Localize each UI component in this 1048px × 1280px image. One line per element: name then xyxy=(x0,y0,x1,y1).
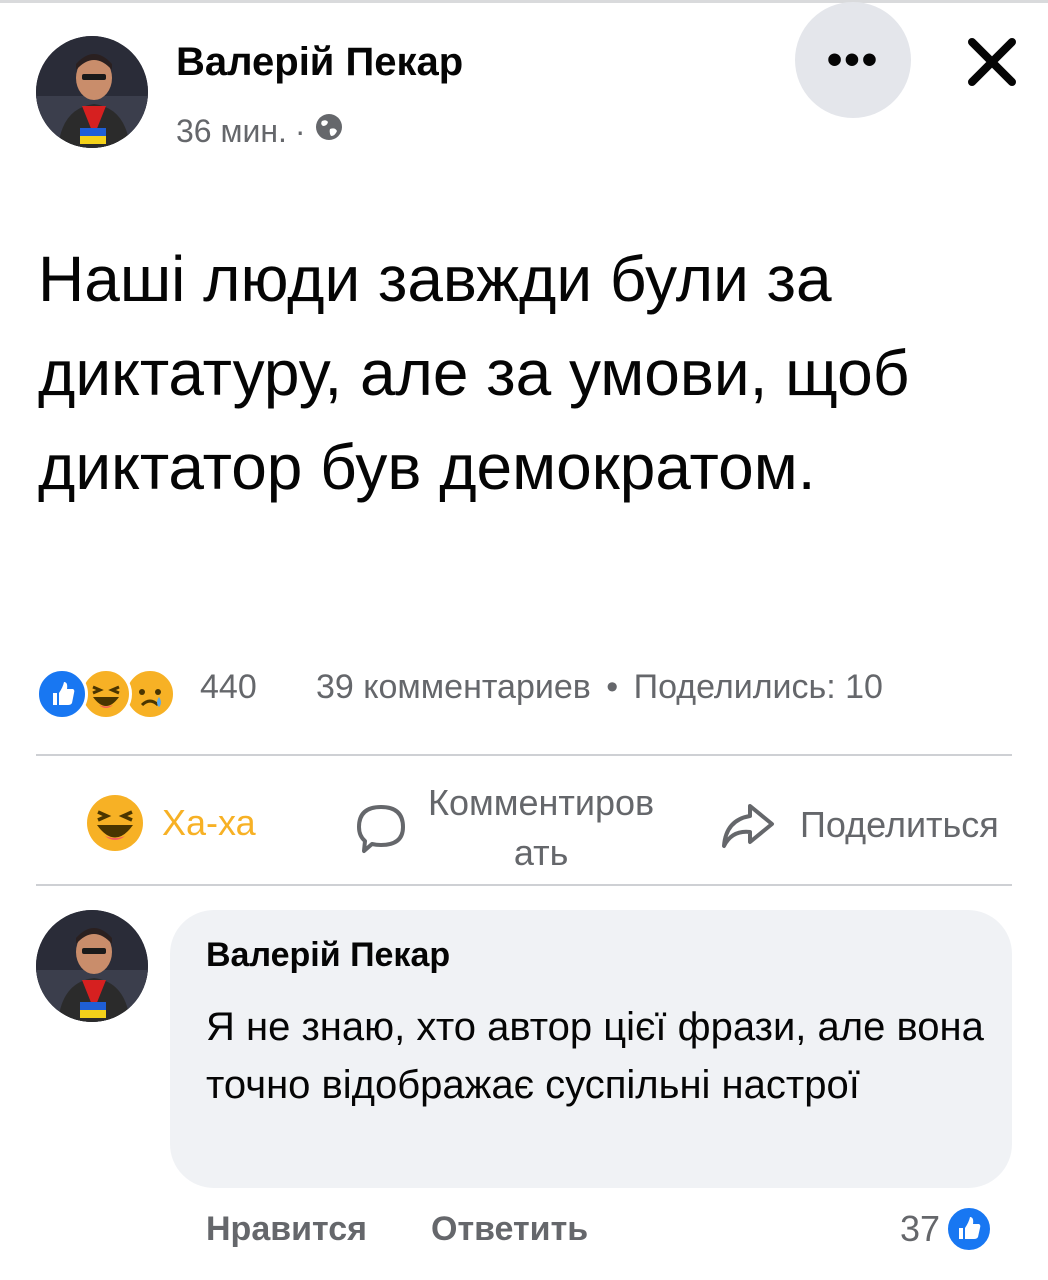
divider xyxy=(36,884,1012,886)
shares-count[interactable]: Поделились: 10 xyxy=(634,668,883,706)
comment-likes-count: 37 xyxy=(900,1208,941,1249)
divider xyxy=(36,754,1012,756)
comment-author-name[interactable]: Валерій Пекар xyxy=(206,936,450,975)
share-icon xyxy=(722,804,774,848)
comment-text: Я не знаю, хто автор цієї фрази, але вон… xyxy=(206,1005,984,1107)
post-meta: 36 мин. · xyxy=(176,112,344,150)
comment-like-button[interactable]: Нравится xyxy=(206,1210,367,1249)
like-reaction-icon xyxy=(36,668,88,720)
stats-dot: • xyxy=(606,668,619,706)
comment-label: Комментиров ать xyxy=(428,782,655,873)
comment-reactions[interactable]: 37 xyxy=(900,1206,993,1252)
more-options-button[interactable]: ••• xyxy=(795,2,911,118)
top-divider xyxy=(0,0,1048,3)
reactions-count[interactable]: 440 xyxy=(200,668,257,707)
share-button[interactable]: Поделиться xyxy=(720,800,999,850)
close-button[interactable] xyxy=(960,30,1024,94)
comment-actions: Нравится Ответить xyxy=(206,1210,588,1249)
haha-reaction-icon xyxy=(87,795,143,851)
share-label: Поделиться xyxy=(800,804,999,845)
haha-button[interactable]: Ха-ха xyxy=(86,794,256,852)
close-icon xyxy=(968,38,1016,86)
comments-count[interactable]: 39 комментариев xyxy=(316,668,591,706)
meta-separator: · xyxy=(294,112,306,149)
reaction-icons[interactable] xyxy=(36,668,176,720)
comment-icon xyxy=(357,805,405,853)
haha-label: Ха-ха xyxy=(162,802,256,843)
commenter-avatar[interactable] xyxy=(36,910,148,1022)
author-avatar[interactable] xyxy=(36,36,148,148)
more-dots-icon: ••• xyxy=(826,35,880,84)
post-stats: 39 комментариев • Поделились: 10 xyxy=(316,668,883,707)
post-text: Наші люди завжди були за диктатуру, але … xyxy=(38,243,928,503)
comment-reply-button[interactable]: Ответить xyxy=(431,1210,588,1249)
like-reaction-icon xyxy=(946,1206,993,1252)
post-time[interactable]: 36 мин. xyxy=(176,113,287,150)
globe-icon[interactable] xyxy=(314,112,344,150)
post-author-name[interactable]: Валерій Пекар xyxy=(176,40,463,85)
comment-button[interactable]: Комментиров ать xyxy=(354,778,654,878)
